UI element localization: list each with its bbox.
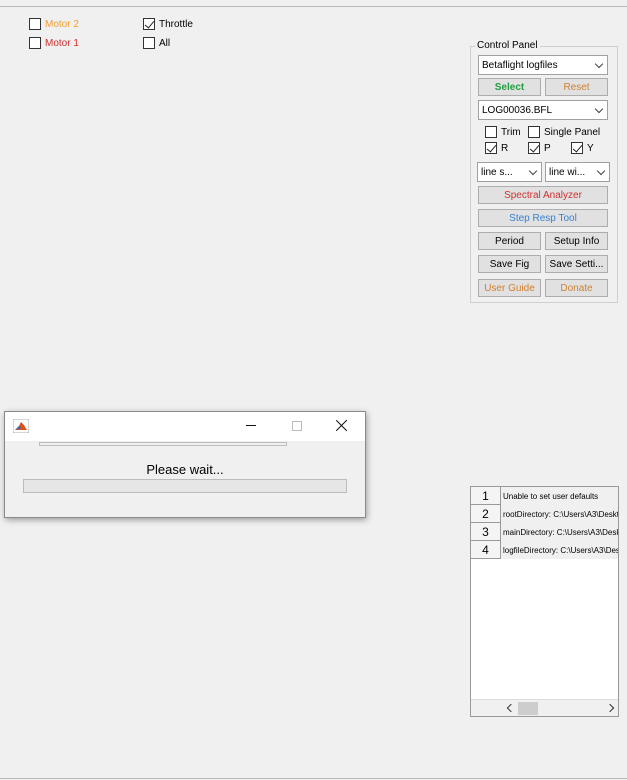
- line-width-value: line wi...: [549, 166, 586, 178]
- line-style-dropdown[interactable]: line s...: [477, 162, 542, 182]
- log-table[interactable]: 1 Unable to set user defaults 2 rootDire…: [470, 486, 619, 717]
- source-dropdown-value: Betaflight logfiles: [482, 59, 558, 71]
- bottom-divider: [0, 778, 627, 779]
- motor1-checkbox[interactable]: Motor 1: [29, 37, 79, 49]
- motor2-label: Motor 2: [45, 18, 79, 30]
- scroll-right-icon[interactable]: [605, 703, 615, 713]
- dialog-separator: [39, 442, 287, 446]
- all-checkbox[interactable]: All: [143, 37, 170, 49]
- motor1-label: Motor 1: [45, 37, 79, 49]
- user-guide-button[interactable]: User Guide: [478, 279, 541, 297]
- row-number: 2: [471, 505, 501, 523]
- chevron-down-icon: [591, 101, 607, 119]
- single-panel-label: Single Panel: [544, 126, 601, 138]
- checkbox-box[interactable]: [528, 142, 540, 154]
- matlab-icon: [13, 419, 29, 433]
- step-resp-tool-button[interactable]: Step Resp Tool: [478, 209, 608, 227]
- p-checkbox[interactable]: P: [528, 142, 551, 154]
- trim-label: Trim: [501, 126, 521, 138]
- table-row: 3 mainDirectory: C:\Users\A3\Desktop: [471, 523, 618, 541]
- table-cell[interactable]: mainDirectory: C:\Users\A3\Desktop: [501, 523, 618, 541]
- period-button[interactable]: Period: [478, 232, 541, 250]
- table-cell[interactable]: rootDirectory: C:\Users\A3\Desktop: [501, 505, 618, 523]
- wait-message: Please wait...: [146, 462, 224, 477]
- row-number: 1: [471, 487, 501, 505]
- save-fig-button[interactable]: Save Fig: [478, 255, 541, 273]
- checkbox-box[interactable]: [485, 126, 497, 138]
- checkbox-box[interactable]: [143, 18, 155, 30]
- line-width-dropdown[interactable]: line wi...: [545, 162, 610, 182]
- horizontal-scrollbar[interactable]: [471, 699, 618, 716]
- reset-button[interactable]: Reset: [545, 78, 608, 96]
- chevron-down-icon: [525, 163, 541, 181]
- maximize-icon[interactable]: [292, 421, 302, 431]
- table-cell[interactable]: Unable to set user defaults: [501, 487, 618, 505]
- chevron-down-icon: [591, 56, 607, 74]
- p-label: P: [544, 142, 551, 154]
- top-divider: [0, 6, 627, 7]
- all-label: All: [159, 37, 171, 49]
- close-icon[interactable]: [333, 417, 351, 435]
- table-row: 4 logfileDirectory: C:\Users\A3\Desktop: [471, 541, 618, 559]
- scroll-thumb[interactable]: [518, 702, 538, 715]
- donate-button[interactable]: Donate: [545, 279, 608, 297]
- source-dropdown[interactable]: Betaflight logfiles: [478, 55, 608, 75]
- y-label: Y: [587, 142, 594, 154]
- checkbox-box[interactable]: [528, 126, 540, 138]
- file-dropdown-value: LOG00036.BFL: [482, 104, 553, 116]
- checkbox-box[interactable]: [29, 18, 41, 30]
- motor2-checkbox[interactable]: Motor 2: [29, 18, 79, 30]
- spectral-analyzer-button[interactable]: Spectral Analyzer: [478, 186, 608, 204]
- please-wait-dialog: Please wait...: [4, 411, 366, 518]
- save-settings-button[interactable]: Save Setti...: [545, 255, 608, 273]
- throttle-checkbox[interactable]: Throttle: [143, 18, 193, 30]
- throttle-label: Throttle: [159, 18, 193, 30]
- trim-checkbox[interactable]: Trim: [485, 126, 521, 138]
- file-dropdown[interactable]: LOG00036.BFL: [478, 100, 608, 120]
- checkbox-box[interactable]: [29, 37, 41, 49]
- select-button[interactable]: Select: [478, 78, 541, 96]
- progress-bar: [23, 479, 347, 493]
- line-style-value: line s...: [481, 166, 513, 178]
- row-number: 4: [471, 541, 501, 559]
- table-row: 1 Unable to set user defaults: [471, 487, 618, 505]
- single-panel-checkbox[interactable]: Single Panel: [528, 126, 600, 138]
- y-checkbox[interactable]: Y: [571, 142, 594, 154]
- control-panel-title: Control Panel: [475, 40, 540, 51]
- setup-info-button[interactable]: Setup Info: [545, 232, 608, 250]
- r-checkbox[interactable]: R: [485, 142, 508, 154]
- scroll-left-icon[interactable]: [506, 703, 516, 713]
- table-cell[interactable]: logfileDirectory: C:\Users\A3\Desktop: [501, 541, 618, 559]
- minimize-icon[interactable]: [246, 425, 256, 426]
- r-label: R: [501, 142, 509, 154]
- chevron-down-icon: [593, 163, 609, 181]
- checkbox-box[interactable]: [143, 37, 155, 49]
- checkbox-box[interactable]: [485, 142, 497, 154]
- row-number: 3: [471, 523, 501, 541]
- checkbox-box[interactable]: [571, 142, 583, 154]
- dialog-titlebar[interactable]: [5, 412, 365, 441]
- table-row: 2 rootDirectory: C:\Users\A3\Desktop: [471, 505, 618, 523]
